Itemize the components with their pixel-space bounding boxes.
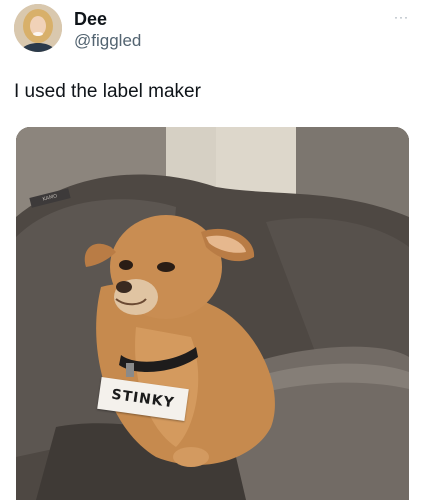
more-options-icon[interactable]: ··· <box>394 10 409 24</box>
author-names: Dee @figgled <box>74 8 141 52</box>
post-text: I used the label maker <box>14 81 201 102</box>
post-header: Dee @figgled ··· <box>14 4 409 54</box>
dog-in-bed-photo <box>16 127 409 500</box>
avatar[interactable] <box>14 4 62 52</box>
post: Dee @figgled ··· I used the label maker <box>0 0 423 500</box>
user-handle[interactable]: @figgled <box>74 30 141 52</box>
display-name[interactable]: Dee <box>74 8 141 30</box>
post-photo[interactable]: KAMO STINKY <box>16 127 409 500</box>
